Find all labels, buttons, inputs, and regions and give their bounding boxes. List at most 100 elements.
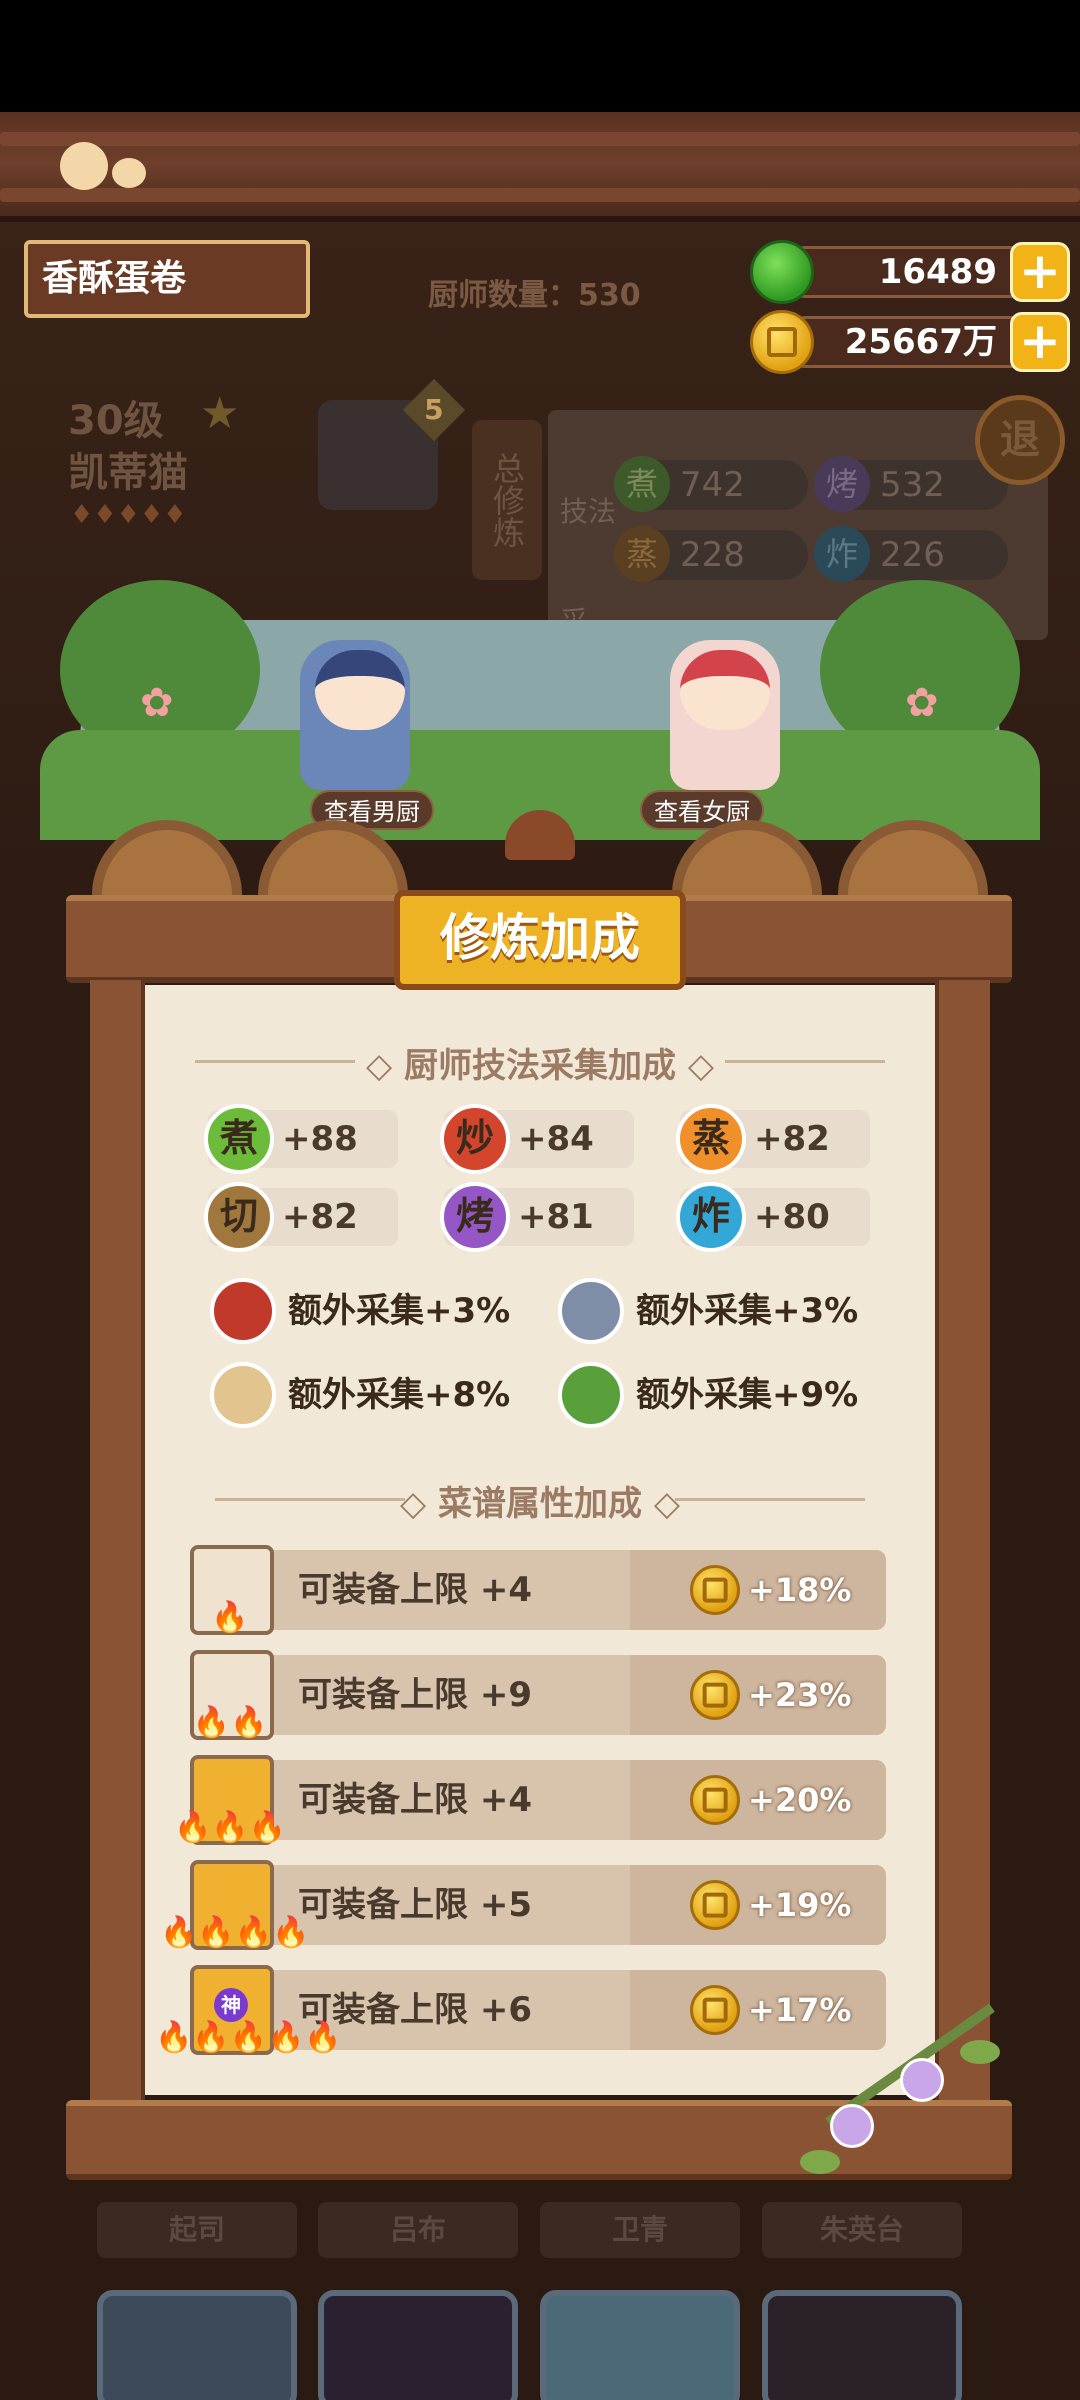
- bg-skill-chip: 烤 532: [814, 456, 1008, 512]
- skill-value: +80: [754, 1197, 830, 1237]
- skill-chip: 煮 +88: [204, 1104, 398, 1174]
- chef-slot-name[interactable]: 卫青: [540, 2202, 740, 2258]
- diamond-icon: ◇: [366, 1046, 393, 1086]
- chef-card[interactable]: [97, 2290, 297, 2400]
- leaf-icon: [800, 2150, 840, 2174]
- skill-chip: 切 +82: [204, 1182, 398, 1252]
- flame-rating-icon: ♦♦♦♦♦: [70, 500, 187, 530]
- count-badge-text: 5: [424, 392, 444, 426]
- chef-slot-name[interactable]: 朱英台: [762, 2202, 962, 2258]
- equip-limit-text: 可装备上限 +4: [298, 1780, 532, 1820]
- meat-icon: [210, 1278, 276, 1344]
- fry-skill-icon: 炸: [676, 1182, 746, 1252]
- skill-value: +82: [754, 1119, 830, 1159]
- equip-limit-text: 可装备上限 +9: [298, 1675, 532, 1715]
- extra-collect-text: 额外采集+3%: [288, 1291, 511, 1331]
- total-training-button[interactable]: 总修炼: [472, 420, 542, 580]
- coin-icon: [690, 1985, 740, 2035]
- skill-chip: 炸 +80: [676, 1182, 870, 1252]
- flame-rating-icon: 🔥🔥🔥🔥: [160, 1915, 310, 1950]
- extra-collect-item: 额外采集+9%: [558, 1362, 878, 1428]
- recipes-section-title: ◇ 菜谱属性加成 ◇: [145, 1476, 935, 1525]
- extra-collect-text: 额外采集+3%: [636, 1291, 859, 1331]
- diamond-icon: ◇: [653, 1484, 680, 1524]
- flower-icon: [830, 2104, 874, 2148]
- flame-rating-icon: 🔥🔥🔥: [173, 1810, 287, 1845]
- chick-icon: [112, 158, 146, 188]
- skill-value: +82: [282, 1197, 358, 1237]
- bg-skill-icon: 炸: [814, 526, 870, 582]
- skill-value: +84: [518, 1119, 594, 1159]
- coin-icon: [690, 1880, 740, 1930]
- coin-icon: [750, 310, 814, 374]
- gem-icon: [750, 240, 814, 304]
- cut-skill-icon: 切: [204, 1182, 274, 1252]
- bg-skill-chip: 煮 742: [614, 456, 808, 512]
- coin-bonus-value: +17%: [748, 1991, 852, 2029]
- coin-bonus-value: +19%: [748, 1886, 852, 1924]
- flower-icon: [900, 2058, 944, 2102]
- bg-skill-value: 228: [680, 535, 745, 575]
- skills-section-title: ◇ 厨师技法采集加成 ◇: [145, 1038, 935, 1087]
- add-gems-button[interactable]: +: [1010, 242, 1070, 302]
- chef-name: 凯蒂猫: [68, 450, 188, 496]
- back-button[interactable]: 退: [975, 395, 1065, 485]
- truss-bar: [0, 188, 1080, 202]
- gem-counter: 16489 +: [750, 240, 1070, 304]
- dish-name-box[interactable]: 香酥蛋卷: [24, 240, 310, 318]
- blossom-icon: ✿: [905, 680, 939, 726]
- coin-bonus-value: +23%: [748, 1676, 852, 1714]
- panel-title: 修炼加成: [394, 890, 686, 990]
- bg-skill-value: 742: [680, 465, 745, 505]
- boil-skill-icon: 煮: [204, 1104, 274, 1174]
- roast-skill-icon: 烤: [440, 1182, 510, 1252]
- chef-slot-name[interactable]: 起司: [97, 2202, 297, 2258]
- flame-rating-icon: 🔥🔥🔥🔥🔥: [155, 2020, 342, 2055]
- flower-decoration: [790, 2003, 1030, 2190]
- recipes-section-title-text: 菜谱属性加成: [438, 1484, 642, 1524]
- flame-rating-icon: 🔥: [211, 1600, 249, 1635]
- chef-level: 30级: [68, 398, 164, 444]
- extra-collect-item: 额外采集+3%: [210, 1278, 530, 1344]
- bg-skill-value: 532: [880, 465, 945, 505]
- equip-limit-text: 可装备上限 +4: [298, 1570, 532, 1610]
- panel-frame-right: [935, 980, 990, 2100]
- chef-card[interactable]: [318, 2290, 518, 2400]
- chef-card[interactable]: [762, 2290, 962, 2400]
- extra-collect-item: 额外采集+3%: [558, 1278, 878, 1344]
- skill-chip: 蒸 +82: [676, 1104, 870, 1174]
- chef-card[interactable]: [540, 2290, 740, 2400]
- roof-beam: [0, 112, 1080, 222]
- vegetable-icon: [558, 1362, 624, 1428]
- coin-icon: [690, 1565, 740, 1615]
- divine-badge: 神: [214, 1988, 248, 2022]
- status-bar: [0, 0, 1080, 112]
- gem-value: 16489: [780, 246, 1040, 298]
- coin-bonus-value: +18%: [748, 1571, 852, 1609]
- blossom-icon: ✿: [140, 680, 174, 726]
- coin-icon: [690, 1670, 740, 1720]
- extra-collect-text: 额外采集+8%: [288, 1375, 511, 1415]
- skill-value: +81: [518, 1197, 594, 1237]
- extra-collect-item: 额外采集+8%: [210, 1362, 530, 1428]
- skill-value: +88: [282, 1119, 358, 1159]
- extra-collect-text: 额外采集+9%: [636, 1375, 859, 1415]
- female-chef-head: [680, 650, 770, 730]
- fish-icon: [558, 1278, 624, 1344]
- diamond-icon: ◇: [687, 1046, 714, 1086]
- leaf-icon: [960, 2040, 1000, 2064]
- add-coins-button[interactable]: +: [1010, 312, 1070, 372]
- bg-skill-icon: 烤: [814, 456, 870, 512]
- skill-label: 技法: [560, 495, 617, 528]
- bg-skill-chip: 炸 226: [814, 526, 1008, 582]
- chef-slot-name[interactable]: 吕布: [318, 2202, 518, 2258]
- panel-frame-left: [90, 980, 145, 2100]
- skill-chip: 烤 +81: [440, 1182, 634, 1252]
- diamond-icon: ◇: [400, 1484, 427, 1524]
- stirfry-skill-icon: 炒: [440, 1104, 510, 1174]
- bg-skill-icon: 蒸: [614, 526, 670, 582]
- chick-icon: [60, 142, 108, 190]
- truss-bar: [0, 132, 1080, 146]
- star-icon: ★: [200, 388, 240, 439]
- coin-bonus-value: +20%: [748, 1781, 852, 1819]
